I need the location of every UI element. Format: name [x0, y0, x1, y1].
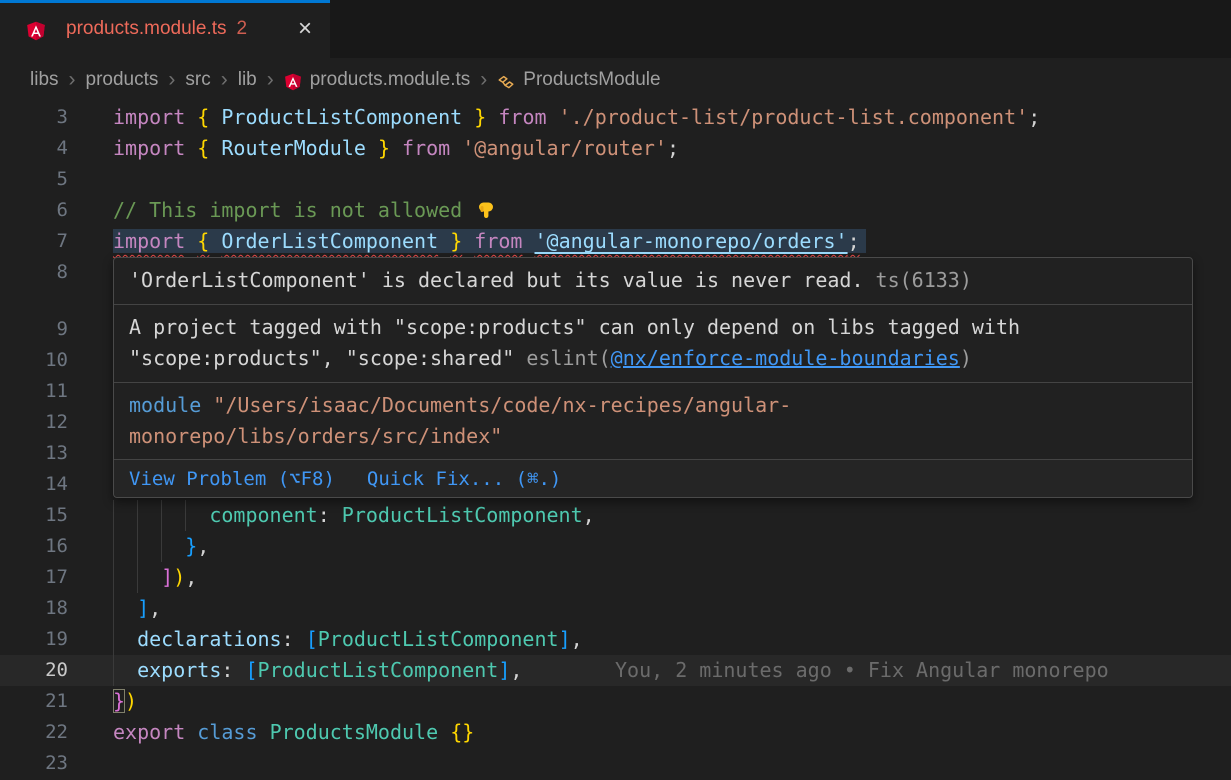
- eslint-source-close: ): [960, 346, 972, 370]
- line-number: 22: [0, 717, 68, 748]
- code-text: }): [113, 689, 137, 713]
- hover-module-path: module "/Users/isaac/Documents/code/nx-r…: [114, 382, 1192, 459]
- tab-title: products.module.ts: [66, 18, 227, 40]
- code-line-23[interactable]: 23: [0, 748, 1231, 779]
- line-number: 6: [0, 195, 68, 226]
- code-text: import { ProductListComponent } from './…: [113, 105, 1040, 129]
- module-path-line2: monorepo/libs/orders/src/index": [129, 424, 502, 448]
- indent-guide: [161, 531, 162, 562]
- hover-ts-message: 'OrderListComponent' is declared but its…: [114, 258, 1192, 304]
- indent-guide: [185, 500, 186, 531]
- line-number: 19: [0, 624, 68, 655]
- git-blame-annotation: You, 2 minutes ago • Fix Angular monorep…: [615, 655, 1109, 686]
- line-number: 23: [0, 748, 68, 779]
- active-tab-indicator: [0, 0, 330, 3]
- tab-problem-count: 2: [237, 18, 248, 40]
- tab-bar: products.module.ts 2 ×: [0, 0, 1231, 58]
- code-line-22[interactable]: 22 export class ProductsModule {}: [0, 717, 1231, 748]
- indent-guide: [113, 531, 114, 562]
- code-line-4[interactable]: 4 import { RouterModule } from '@angular/…: [0, 133, 1231, 164]
- chevron-right-icon: ›: [221, 68, 228, 92]
- line-number: 11: [0, 376, 68, 407]
- line-number: 20: [0, 655, 68, 686]
- line-number: 21: [0, 686, 68, 717]
- line-number: 4: [0, 133, 68, 164]
- breadcrumb-item-lib[interactable]: lib: [238, 69, 257, 91]
- line-number: 7: [0, 226, 68, 257]
- code-text: ],: [113, 596, 161, 620]
- chevron-right-icon: ›: [480, 68, 487, 92]
- code-line-5[interactable]: 5: [0, 164, 1231, 195]
- breadcrumb: libs › products › src › lib › products.m…: [0, 58, 1231, 102]
- pointing-down-emoji: [476, 198, 496, 218]
- code-line-16[interactable]: 16 },: [0, 531, 1231, 562]
- line-number: 16: [0, 531, 68, 562]
- code-line-6[interactable]: 6 // This import is not allowed: [0, 195, 1231, 226]
- eslint-rule-link[interactable]: @nx/enforce-module-boundaries: [611, 346, 960, 370]
- angular-icon: [284, 73, 302, 91]
- close-tab-button[interactable]: ×: [298, 17, 312, 41]
- code-text: ]),: [113, 565, 197, 589]
- eslint-source-open: eslint(: [526, 346, 610, 370]
- line-number: 17: [0, 562, 68, 593]
- breadcrumb-item-symbol[interactable]: ProductsModule: [523, 69, 660, 91]
- breadcrumb-item-products[interactable]: products: [86, 69, 159, 91]
- code-text: import { RouterModule } from '@angular/r…: [113, 136, 679, 160]
- line-number: 3: [0, 102, 68, 133]
- code-editor[interactable]: 3 import { ProductListComponent } from '.…: [0, 102, 1231, 780]
- hover-actions: View Problem (⌥F8) Quick Fix... (⌘.): [114, 459, 1192, 497]
- indent-guide: [113, 562, 114, 593]
- line-number: 15: [0, 500, 68, 531]
- breadcrumb-item-libs[interactable]: libs: [30, 69, 59, 91]
- breadcrumb-item-file[interactable]: products.module.ts: [310, 69, 471, 91]
- angular-icon: [26, 21, 46, 41]
- line-number: 5: [0, 164, 68, 195]
- chevron-right-icon: ›: [267, 68, 274, 92]
- indent-guide: [161, 500, 162, 531]
- ts-error-code: ts(6133): [876, 268, 972, 292]
- problem-hover-widget: 'OrderListComponent' is declared but its…: [113, 257, 1193, 498]
- ts-error-text: 'OrderListComponent' is declared but its…: [129, 268, 876, 292]
- symbol-class-icon: [497, 73, 515, 91]
- vscode-window: products.module.ts 2 × libs › products ›…: [0, 0, 1231, 780]
- line-number: 8: [0, 257, 68, 288]
- indent-guide: [137, 500, 138, 531]
- code-line-18[interactable]: 18 ],: [0, 593, 1231, 624]
- chevron-right-icon: ›: [168, 68, 175, 92]
- code-text: declarations: [ProductListComponent],: [113, 627, 583, 651]
- code-text: import { OrderListComponent } from '@ang…: [113, 229, 866, 253]
- code-line-20[interactable]: 20 exports: [ProductListComponent], You, …: [0, 655, 1231, 686]
- indent-guide: [113, 655, 114, 686]
- indent-guide: [137, 531, 138, 562]
- breadcrumb-item-src[interactable]: src: [185, 69, 210, 91]
- code-line-7[interactable]: 7 import { OrderListComponent } from '@an…: [0, 226, 1231, 257]
- view-problem-action[interactable]: View Problem (⌥F8): [129, 468, 335, 490]
- line-number: 13: [0, 438, 68, 469]
- indent-guide: [113, 500, 114, 531]
- module-path-line1: "/Users/isaac/Documents/code/nx-recipes/…: [201, 393, 791, 417]
- indent-guide: [113, 593, 114, 624]
- indent-guide: [113, 624, 114, 655]
- code-line-21[interactable]: 21}): [0, 686, 1231, 717]
- code-line-19[interactable]: 19 declarations: [ProductListComponent],: [0, 624, 1231, 655]
- indent-guide: [137, 562, 138, 593]
- tab-products-module[interactable]: products.module.ts 2 ×: [0, 0, 330, 58]
- line-number: 12: [0, 407, 68, 438]
- code-text: // This import is not allowed: [113, 198, 496, 222]
- module-keyword: module: [129, 393, 201, 417]
- quick-fix-action[interactable]: Quick Fix... (⌘.): [367, 468, 561, 490]
- code-text: exports: [ProductListComponent],: [113, 658, 522, 682]
- code-line-3[interactable]: 3 import { ProductListComponent } from '.…: [0, 102, 1231, 133]
- code-line-15[interactable]: 15 component: ProductListComponent,: [0, 500, 1231, 531]
- code-text: export class ProductsModule {}: [113, 720, 474, 744]
- chevron-right-icon: ›: [69, 68, 76, 92]
- eslint-message-line1: A project tagged with "scope:products" c…: [129, 315, 1020, 339]
- line-number: 9: [0, 314, 68, 345]
- line-number: 10: [0, 345, 68, 376]
- line-number: 14: [0, 469, 68, 500]
- hover-eslint-message: A project tagged with "scope:products" c…: [114, 304, 1192, 382]
- code-line-17[interactable]: 17 ]),: [0, 562, 1231, 593]
- line-number: 18: [0, 593, 68, 624]
- eslint-message-line2: "scope:products", "scope:shared": [129, 346, 526, 370]
